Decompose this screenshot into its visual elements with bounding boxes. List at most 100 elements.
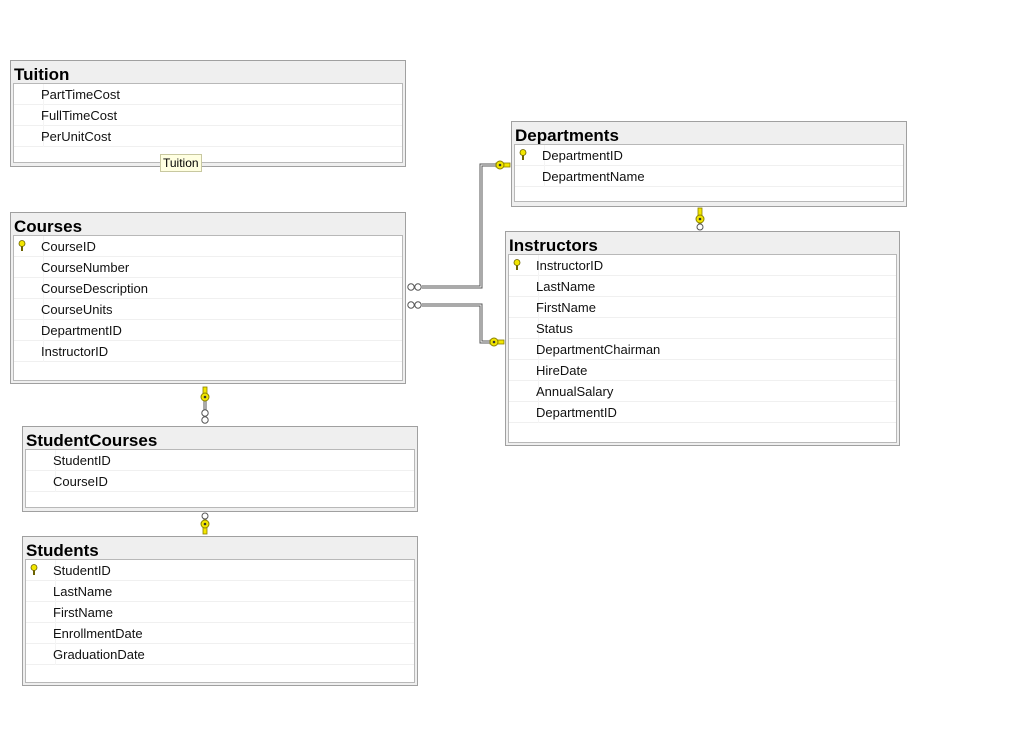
row-selector[interactable] [14, 299, 44, 320]
table-title: Tuition [14, 65, 70, 83]
column-list: PartTimeCost FullTimeCost PerUnitCost [13, 83, 403, 163]
column-name: InstructorID [41, 344, 109, 359]
column-row[interactable]: GraduationDate [26, 644, 414, 665]
row-selector[interactable] [14, 257, 44, 278]
row-selector[interactable] [509, 402, 539, 423]
column-name: StudentID [53, 453, 111, 468]
infinity-icon [696, 223, 704, 231]
infinity-icon [201, 512, 209, 520]
column-list: StudentID LastName FirstName EnrollmentDate… [25, 559, 415, 683]
row-selector[interactable] [26, 602, 56, 623]
column-row[interactable]: CourseDescription [14, 278, 402, 299]
column-name: CourseUnits [41, 302, 113, 317]
key-icon [495, 160, 511, 170]
column-name: StudentID [53, 563, 111, 578]
column-name: DepartmentID [41, 323, 122, 338]
column-row[interactable]: CourseID [26, 471, 414, 492]
column-row[interactable]: InstructorID [509, 255, 896, 276]
column-row[interactable]: PartTimeCost [14, 84, 402, 105]
column-name: DepartmentID [536, 405, 617, 420]
column-row[interactable]: DepartmentName [515, 166, 903, 187]
column-name: CourseID [53, 474, 108, 489]
table-instructors[interactable]: Instructors InstructorID LastName FirstName… [505, 231, 900, 446]
infinity-icon [407, 301, 422, 309]
column-row[interactable]: DepartmentID [515, 145, 903, 166]
table-title: StudentCourses [26, 431, 158, 449]
column-row[interactable]: AnnualSalary [509, 381, 896, 402]
column-row[interactable]: StudentID [26, 560, 414, 581]
column-row[interactable]: LastName [26, 581, 414, 602]
row-selector[interactable] [509, 381, 539, 402]
row-selector[interactable] [509, 339, 539, 360]
column-row[interactable]: DepartmentID [509, 402, 896, 423]
table-title: Departments [515, 126, 619, 144]
row-selector[interactable] [14, 84, 44, 105]
row-selector[interactable] [14, 341, 44, 362]
column-row[interactable]: InstructorID [14, 341, 402, 362]
table-courses[interactable]: Courses CourseID CourseNumber CourseDescrip… [10, 212, 406, 384]
column-name: CourseDescription [41, 281, 148, 296]
row-selector[interactable] [14, 105, 44, 126]
row-selector[interactable] [26, 644, 56, 665]
column-row[interactable]: EnrollmentDate [26, 623, 414, 644]
column-row[interactable]: DepartmentChairman [509, 339, 896, 360]
infinity-icon [407, 283, 422, 291]
row-selector[interactable] [26, 581, 56, 602]
table-studentcourses[interactable]: StudentCourses StudentID CourseID [22, 426, 418, 512]
table-students[interactable]: Students StudentID LastName FirstName Enroll… [22, 536, 418, 686]
column-row[interactable]: FullTimeCost [14, 105, 402, 126]
relationship-instructors-departments[interactable] [695, 207, 705, 231]
column-row[interactable]: DepartmentID [14, 320, 402, 341]
column-list: DepartmentID DepartmentName [514, 144, 904, 202]
primary-key-icon [513, 259, 521, 270]
row-selector[interactable] [26, 471, 56, 492]
column-name: EnrollmentDate [53, 626, 143, 641]
key-icon [489, 337, 505, 347]
column-name: DepartmentChairman [536, 342, 661, 357]
row-selector[interactable] [14, 126, 44, 147]
relationship-courses-instructors[interactable] [407, 301, 505, 347]
column-row[interactable]: FirstName [509, 297, 896, 318]
column-row[interactable]: PerUnitCost [14, 126, 402, 147]
row-selector[interactable] [509, 360, 539, 381]
table-title: Students [26, 541, 99, 559]
column-name: PerUnitCost [41, 129, 112, 144]
key-icon [200, 519, 210, 535]
row-selector[interactable] [509, 297, 539, 318]
column-name: CourseNumber [41, 260, 130, 275]
row-selector[interactable] [26, 450, 56, 471]
column-row[interactable]: Status [509, 318, 896, 339]
row-selector[interactable] [509, 318, 539, 339]
column-list: InstructorID LastName FirstName Status Depar… [508, 254, 897, 443]
column-name: DepartmentID [542, 148, 623, 163]
infinity-icon [201, 409, 209, 424]
column-name: DepartmentName [542, 169, 645, 184]
column-row[interactable]: CourseUnits [14, 299, 402, 320]
table-tuition[interactable]: Tuition PartTimeCost FullTimeCost PerUnitCo… [10, 60, 406, 167]
table-title: Courses [14, 217, 83, 235]
column-row[interactable]: CourseNumber [14, 257, 402, 278]
column-name: CourseID [41, 239, 96, 254]
column-name: LastName [53, 584, 113, 599]
row-selector[interactable] [14, 278, 44, 299]
relationship-courses-departments[interactable] [407, 160, 511, 291]
column-row[interactable]: HireDate [509, 360, 896, 381]
row-selector[interactable] [26, 623, 56, 644]
column-name: LastName [536, 279, 596, 294]
row-selector[interactable] [515, 166, 545, 187]
relationship-studentcourses-students[interactable] [200, 512, 210, 535]
primary-key-icon [18, 240, 26, 251]
column-name: HireDate [536, 363, 588, 378]
relationship-label-tuition: Tuition [160, 154, 202, 172]
column-row[interactable]: LastName [509, 276, 896, 297]
column-name: FirstName [536, 300, 596, 315]
table-title: Instructors [509, 236, 598, 254]
column-row[interactable]: FirstName [26, 602, 414, 623]
column-row[interactable]: CourseID [14, 236, 402, 257]
table-departments[interactable]: Departments DepartmentID DepartmentName [511, 121, 907, 207]
column-row[interactable]: StudentID [26, 450, 414, 471]
row-selector[interactable] [509, 276, 539, 297]
row-selector[interactable] [14, 320, 44, 341]
relationship-studentcourses-courses[interactable] [200, 386, 210, 424]
key-icon [200, 386, 210, 402]
